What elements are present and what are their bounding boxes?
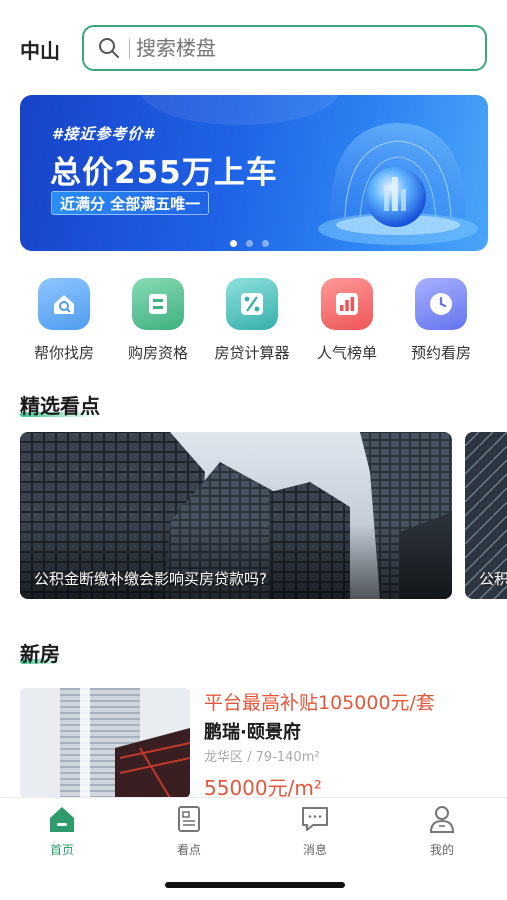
quick-action-label: 房贷计算器 bbox=[214, 344, 290, 362]
quick-action-label: 人气榜单 bbox=[316, 344, 377, 362]
listing-name: 鹏瑞·颐景府 bbox=[204, 722, 301, 743]
search-input[interactable] bbox=[136, 36, 436, 60]
tab-profile[interactable]: 我的 bbox=[402, 804, 482, 858]
home-icon bbox=[50, 807, 74, 832]
pearl-shell-illustration bbox=[318, 123, 478, 245]
qualification-icon bbox=[132, 278, 184, 330]
tab-label: 消息 bbox=[302, 843, 327, 857]
quick-action-qualification[interactable]: 购房资格 bbox=[113, 278, 203, 363]
quick-action-label: 帮你找房 bbox=[33, 344, 94, 362]
banner-pagination bbox=[230, 232, 278, 247]
pagination-dot[interactable] bbox=[246, 240, 253, 247]
banner-tag: #接近参考价# bbox=[52, 125, 155, 143]
tab-label: 首页 bbox=[49, 843, 74, 857]
search-bar[interactable] bbox=[82, 25, 487, 71]
promo-banner[interactable]: #接近参考价# 总价255万上车 近满分 全部满五唯一 bbox=[20, 95, 488, 251]
tab-home[interactable]: 首页 bbox=[22, 804, 102, 858]
pagination-dot[interactable] bbox=[230, 240, 237, 247]
featured-card-caption: 公积金断缴补缴会影响买房贷款吗? bbox=[34, 570, 267, 588]
article-icon bbox=[178, 806, 200, 832]
top-bar: 中山 bbox=[0, 0, 507, 90]
tab-messages[interactable]: 消息 bbox=[275, 804, 355, 858]
quick-action-label: 预约看房 bbox=[410, 344, 471, 362]
clock-icon bbox=[415, 278, 467, 330]
quick-action-book-viewing[interactable]: 预约看房 bbox=[396, 278, 486, 363]
quick-action-mortgage-calculator[interactable]: 房贷计算器 bbox=[207, 278, 297, 363]
featured-card[interactable]: 公积 bbox=[465, 432, 507, 599]
listing-promo: 平台最高补贴105000元/套 bbox=[204, 692, 435, 714]
listing-thumbnail bbox=[20, 688, 190, 798]
new-home-listing[interactable]: 平台最高补贴105000元/套 鹏瑞·颐景府 龙华区 / 79-140m² 55… bbox=[20, 688, 487, 800]
quick-action-find-home[interactable]: 帮你找房 bbox=[19, 278, 109, 363]
percent-icon bbox=[226, 278, 278, 330]
bar-chart-icon bbox=[321, 278, 373, 330]
message-icon bbox=[302, 807, 328, 831]
home-indicator bbox=[165, 882, 345, 888]
quick-action-label: 购房资格 bbox=[127, 344, 188, 362]
tab-articles[interactable]: 看点 bbox=[149, 804, 229, 858]
listing-meta: 龙华区 / 79-140m² bbox=[204, 750, 320, 765]
banner-subline: 近满分 全部满五唯一 bbox=[51, 191, 210, 215]
featured-section-title: 精选看点 bbox=[20, 394, 100, 418]
quick-actions: 帮你找房 购房资格 房贷计算器 人气榜单 预约看房 bbox=[0, 278, 507, 368]
banner-headline: 总价255万上车 bbox=[50, 155, 278, 191]
featured-card-caption: 公积 bbox=[479, 570, 507, 588]
quick-action-popularity-ranking[interactable]: 人气榜单 bbox=[302, 278, 392, 363]
profile-icon bbox=[429, 806, 455, 833]
tab-label: 看点 bbox=[176, 843, 201, 857]
house-search-icon bbox=[38, 278, 90, 330]
new-homes-section-title: 新房 bbox=[20, 642, 60, 666]
featured-card[interactable]: 公积金断缴补缴会影响买房贷款吗? bbox=[20, 432, 452, 599]
text-cursor bbox=[129, 39, 130, 59]
city-selector[interactable]: 中山 bbox=[20, 35, 60, 64]
search-icon bbox=[99, 38, 119, 58]
pagination-dot[interactable] bbox=[262, 240, 269, 247]
tab-label: 我的 bbox=[429, 843, 454, 857]
